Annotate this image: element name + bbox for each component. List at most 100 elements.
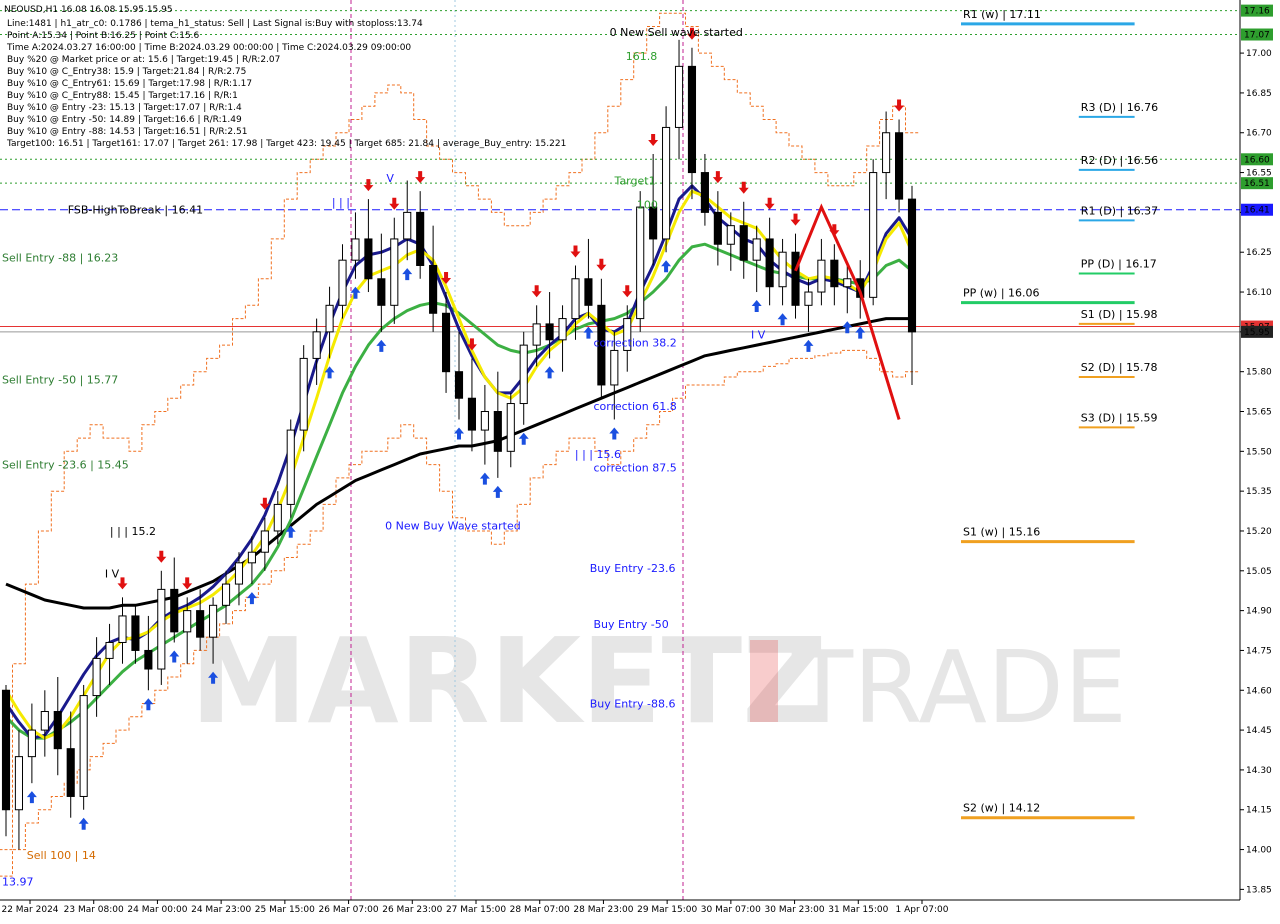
candle-body-53 (687, 65, 697, 174)
annotation-3: 100 (637, 198, 658, 211)
candle-body-29 (377, 278, 386, 306)
candle-body-58 (752, 238, 761, 261)
info-line-4: Buy %10 @ C_Entry38: 15.9 | Target:21.84… (7, 67, 246, 77)
candle-body-44 (571, 278, 580, 320)
candle-body-42 (545, 323, 554, 341)
candle-body-36 (467, 397, 477, 431)
pivot-label-2: R2 (D) | 16.56 (1081, 154, 1158, 167)
candle-body-69 (894, 132, 904, 200)
price-highlight-label-1: 17.07 (1244, 31, 1270, 41)
price-tick-label-6: 16.10 (1246, 288, 1272, 298)
candle-body-52 (674, 65, 684, 128)
candle-body-3 (40, 711, 49, 731)
candle-body-67 (869, 172, 878, 298)
candle-body-70 (907, 198, 917, 333)
watermark: MARKETZTRADE (190, 612, 1127, 750)
price-highlight-label-3: 16.51 (1244, 179, 1270, 189)
candle-body-27 (351, 238, 360, 261)
price-tick-label-17: 14.45 (1246, 726, 1272, 736)
time-tick-label-9: 28 Mar 23:00 (573, 905, 633, 915)
candle-body-62 (804, 291, 813, 306)
price-tick-label-15: 14.75 (1246, 646, 1272, 656)
candle-body-28 (364, 238, 373, 280)
time-tick-label-1: 23 Mar 08:00 (64, 905, 124, 915)
watermark-right-text: TRADE (791, 629, 1127, 746)
annotation-8: | | | 15.2 (110, 525, 156, 538)
annotation-10: Sell 100 | 14 (27, 849, 96, 862)
chart-background (0, 0, 1280, 920)
price-highlight-label-4: 16.41 (1244, 206, 1270, 216)
price-tick-label-0: 17.00 (1246, 49, 1272, 59)
candle-body-1 (14, 756, 24, 811)
candle-body-12 (157, 588, 166, 670)
price-tick-label-18: 14.30 (1246, 766, 1272, 776)
price-tick-label-10: 15.50 (1246, 447, 1272, 457)
candle-body-11 (144, 649, 153, 670)
candle-body-4 (53, 711, 62, 750)
candle-body-51 (662, 126, 671, 240)
time-tick-label-11: 30 Mar 07:00 (701, 905, 761, 915)
candle-body-14 (183, 610, 192, 633)
candle-body-16 (209, 604, 218, 638)
price-tick-label-5: 16.25 (1246, 248, 1272, 258)
time-tick-label-14: 1 Apr 07:00 (896, 905, 949, 915)
candle-body-57 (739, 225, 748, 261)
candle-body-22 (286, 429, 295, 505)
time-tick-label-10: 29 Mar 15:00 (637, 905, 697, 915)
candle-body-60 (778, 251, 787, 288)
candle-body-21 (273, 503, 282, 532)
info-line-8: Buy %10 @ Entry -50: 14.89 | Target:16.6… (7, 115, 242, 125)
price-tick-label-3: 16.55 (1246, 169, 1272, 179)
price-tick-label-19: 14.15 (1246, 806, 1272, 816)
candle-body-23 (299, 357, 308, 431)
candle-body-25 (325, 304, 334, 333)
candle-body-17 (221, 583, 231, 606)
time-tick-label-3: 24 Mar 23:00 (191, 905, 251, 915)
info-line-5: Buy %10 @ C_Entry61: 15.69 | Target:17.9… (7, 79, 252, 89)
candle-body-7 (92, 657, 101, 697)
annotation-1: 161.8 (626, 50, 658, 63)
price-tick-label-14: 14.90 (1246, 607, 1272, 617)
price-chart: MARKETZTRADE R1 (w) | 17.11 R3 (D) | 16.7… (0, 0, 1280, 920)
annotation-15: correction 87.5 (593, 461, 676, 474)
info-line-7: Buy %10 @ Entry -23: 15.13 | Target:17.0… (7, 103, 242, 113)
time-tick-label-6: 26 Mar 23:00 (382, 905, 442, 915)
price-highlight-label-2: 16.60 (1244, 155, 1270, 165)
annotation-19: Buy Entry -88.6 (590, 698, 676, 711)
price-tick-label-9: 15.65 (1246, 408, 1272, 418)
pivot-label-5: PP (w) | 16.06 (963, 287, 1040, 300)
candle-body-64 (830, 259, 839, 288)
annotation-18: Buy Entry -50 (593, 618, 668, 631)
annotation-13: correction 61.8 (593, 400, 676, 413)
candle-body-35 (454, 371, 464, 399)
time-tick-label-12: 30 Mar 23:00 (765, 905, 825, 915)
candle-body-61 (791, 251, 800, 306)
price-tick-label-13: 15.05 (1246, 567, 1272, 577)
time-tick-label-7: 27 Mar 15:00 (446, 905, 506, 915)
candle-body-65 (843, 278, 852, 288)
price-highlight-label-0: 17.16 (1244, 7, 1270, 17)
info-line-6: Buy %10 @ C_Entry88: 15.45 | Target:17.1… (7, 91, 238, 101)
time-tick-label-5: 26 Mar 07:00 (319, 905, 379, 915)
candle-body-31 (403, 211, 412, 240)
time-tick-label-2: 24 Mar 00:00 (127, 905, 187, 915)
annotation-22: V (386, 172, 394, 185)
candle-body-45 (584, 278, 593, 306)
annotation-12: correction 38.2 (593, 336, 676, 349)
info-line-2: Time A:2024.03.27 16:00:00 | Time B:2024… (6, 43, 411, 53)
candle-body-24 (312, 331, 321, 359)
candle-body-2 (27, 729, 36, 758)
info-line-3: Buy %20 @ Market price or at: 15.6 | Tar… (7, 55, 280, 65)
annotation-0: 0 New Sell wave started (610, 26, 743, 39)
candle-body-39 (506, 403, 515, 452)
candle-body-0 (1, 689, 11, 811)
candle-body-6 (79, 695, 88, 797)
info-line-10: Target100: 16.51 | Target161: 17.07 | Ta… (6, 139, 566, 149)
candle-body-40 (519, 344, 528, 405)
candle-body-9 (118, 615, 127, 643)
pivot-label-9: S1 (w) | 15.16 (963, 526, 1040, 539)
annotation-9: I V (105, 567, 120, 580)
candle-body-55 (713, 211, 722, 245)
time-tick-label-4: 25 Mar 15:00 (255, 905, 315, 915)
candle-body-10 (131, 615, 140, 651)
